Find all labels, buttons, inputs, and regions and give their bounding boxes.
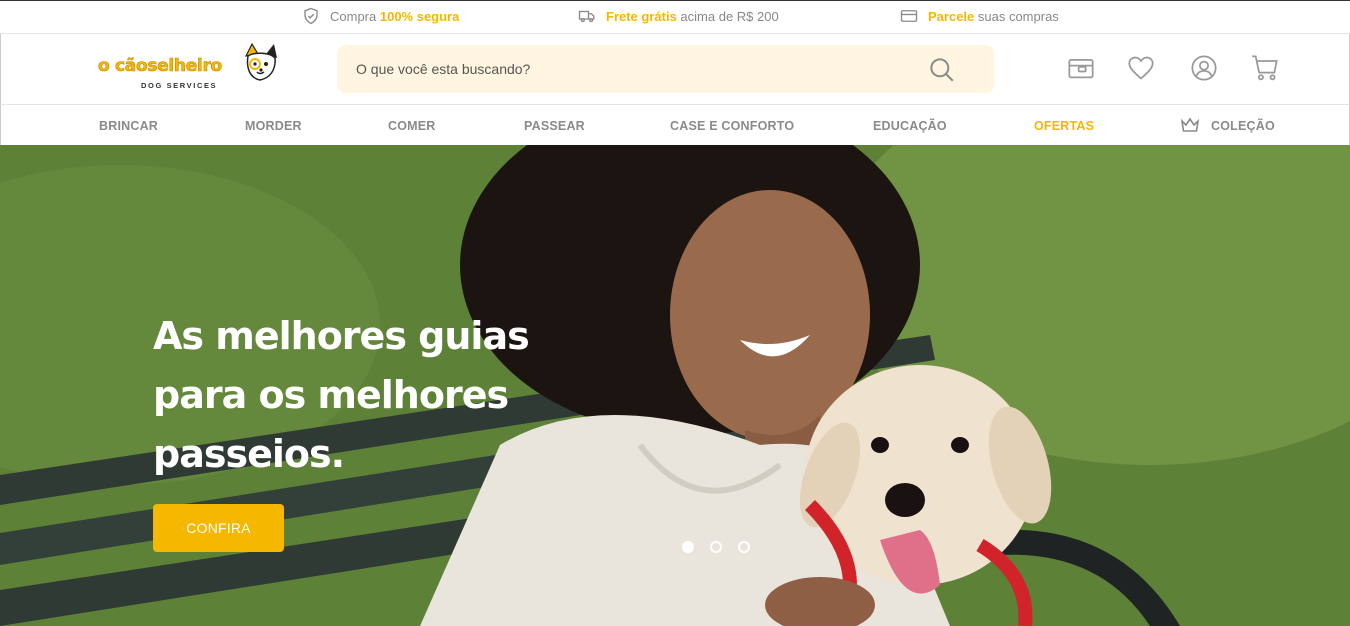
installments-suffix: suas compras (974, 8, 1059, 24)
carousel-dot-2[interactable] (710, 541, 722, 553)
free-shipping-highlight: Frete grátis (606, 8, 677, 24)
nav-item-passear[interactable]: PASSEAR (524, 119, 585, 133)
nav-item-educacao[interactable]: EDUCAÇÃO (873, 119, 947, 133)
brand-name: o cãoselheiro (98, 56, 223, 77)
shield-icon (304, 7, 318, 25)
carousel-dot-3[interactable] (738, 541, 750, 553)
secure-highlight: 100% segura (379, 8, 460, 24)
wallet-icon[interactable] (1067, 54, 1095, 82)
hero-banner: As melhores guias para os melhores passe… (0, 145, 1350, 626)
confira-button[interactable]: CONFIRA (153, 504, 284, 552)
secure-purchase-info: Compra 100% segura (302, 7, 459, 25)
free-shipping-info: Frete grátis acima de R$ 200 (578, 7, 779, 25)
secure-prefix: Compra (330, 8, 380, 24)
nav-item-comer[interactable]: COMER (388, 119, 436, 133)
category-nav: BRINCAR MORDER COMER PASSEAR CASE E CONF… (0, 105, 1350, 145)
user-icon[interactable] (1190, 54, 1218, 82)
nav-item-morder[interactable]: MORDER (245, 119, 302, 133)
nav-item-brincar[interactable]: BRINCAR (99, 119, 158, 133)
carousel-dot-1[interactable] (682, 541, 694, 553)
hero-title-line: para os melhores (153, 373, 509, 417)
free-shipping-suffix: acima de R$ 200 (676, 8, 779, 24)
brand-logo[interactable]: o cãoselheiro DOG SERVICES (98, 42, 283, 98)
installments-info: Parcele suas compras (900, 7, 1059, 25)
crown-icon (1180, 117, 1200, 132)
search-input[interactable] (356, 59, 916, 79)
hero-title: As melhores guias para os melhores passe… (153, 307, 573, 484)
nav-item-ofertas[interactable]: OFERTAS (1034, 119, 1094, 133)
truck-icon (578, 10, 595, 23)
hero-title-line: As melhores guias (153, 314, 530, 358)
cart-icon[interactable] (1251, 54, 1279, 82)
site-header: o cãoselheiro DOG SERVICES (0, 34, 1350, 105)
carousel-dots (682, 541, 750, 553)
search-bar (337, 45, 994, 93)
dog-logo-icon (244, 42, 277, 81)
installments-highlight: Parcele (928, 8, 975, 24)
heart-icon[interactable] (1127, 54, 1155, 82)
credit-card-icon (900, 10, 918, 22)
top-info-bar: Compra 100% segura Frete grátis acima de… (0, 0, 1350, 34)
hero-title-line: passeios. (153, 432, 345, 476)
brand-tagline: DOG SERVICES (141, 81, 218, 90)
nav-item-case-e-conforto[interactable]: CASE E CONFORTO (670, 119, 794, 133)
search-icon[interactable] (928, 56, 955, 83)
nav-item-colecao[interactable]: COLEÇÃO (1211, 119, 1275, 133)
